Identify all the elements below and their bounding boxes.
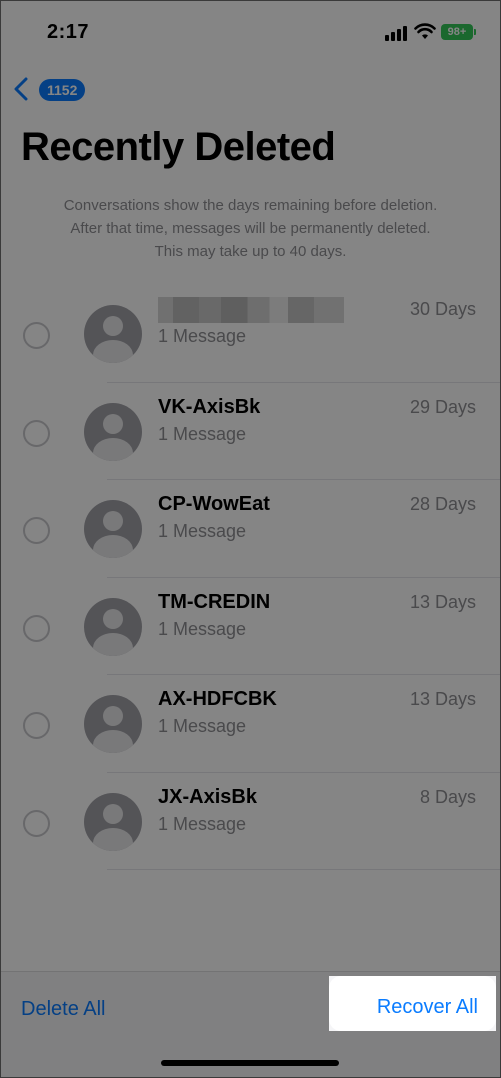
conversation-row[interactable]: AX-HDFCBK 1 Message 13 Days <box>1 675 500 773</box>
info-line: Conversations show the days remaining be… <box>63 197 438 214</box>
message-count: 1 Message <box>158 716 247 736</box>
message-count: 1 Message <box>158 813 247 834</box>
message-count: 1 Message <box>158 618 247 639</box>
select-radio[interactable] <box>23 614 50 642</box>
message-count: 1 Message <box>158 326 247 346</box>
conversation-name: TM-CREDIN <box>158 590 271 613</box>
message-count: 1 Message <box>158 521 247 541</box>
info-line: This may take up to 40 days. <box>154 243 347 260</box>
conversation-name: VK-AxisBk <box>158 395 261 418</box>
info-text: Conversations show the days remaining be… <box>21 194 480 263</box>
days-remaining: 29 Days <box>409 396 476 417</box>
days-remaining: 28 Days <box>409 494 476 514</box>
days-remaining: 8 Days <box>419 786 476 807</box>
recover-all-button[interactable]: Recover All <box>377 996 478 1019</box>
avatar-icon <box>84 597 142 656</box>
battery-icon: 98+ <box>441 24 476 40</box>
wifi-icon <box>414 23 436 39</box>
chevron-left-icon[interactable] <box>13 77 29 101</box>
days-remaining: 13 Days <box>409 689 476 709</box>
days-remaining: 30 Days <box>409 299 476 319</box>
avatar-icon <box>84 792 142 851</box>
conversation-row[interactable]: VK-AxisBk 1 Message 29 Days <box>1 383 500 480</box>
conversation-row[interactable]: TM-CREDIN 1 Message 13 Days <box>1 578 500 675</box>
select-radio[interactable] <box>23 712 50 739</box>
conversation-row[interactable]: 1 Message 30 Days <box>1 285 500 383</box>
row-divider <box>107 869 500 870</box>
conversation-name: CP-WowEat <box>158 493 270 515</box>
back-count-badge[interactable]: 1152 <box>39 79 86 101</box>
conversation-row[interactable]: JX-AxisBk 1 Message 8 Days <box>1 773 500 870</box>
status-time: 2:17 <box>47 21 90 43</box>
select-radio[interactable] <box>23 517 50 544</box>
avatar-icon <box>84 695 142 753</box>
delete-all-button[interactable]: Delete All <box>21 998 106 1021</box>
select-radio[interactable] <box>23 809 50 837</box>
status-bar: 2:17 98+ <box>1 1 500 63</box>
info-line: After that time, messages will be perman… <box>70 220 431 237</box>
avatar-icon <box>84 500 142 558</box>
conversation-row[interactable]: CP-WowEat 1 Message 28 Days <box>1 480 500 578</box>
select-radio[interactable] <box>23 322 50 349</box>
recover-all-highlight[interactable]: Recover All <box>329 976 496 1031</box>
select-radio[interactable] <box>23 419 50 447</box>
page-title: Recently Deleted <box>21 125 336 169</box>
conversation-list: 1 Message 30 Days VK-AxisBk 1 Message 29… <box>1 285 500 870</box>
message-count: 1 Message <box>158 423 247 444</box>
conversation-name: AX-HDFCBK <box>158 688 277 710</box>
screen: 2:17 98+ 1152 Recently Deleted Conversat… <box>0 0 501 1078</box>
conversation-name-redacted <box>158 297 344 323</box>
conversation-name: JX-AxisBk <box>158 785 257 808</box>
days-remaining: 13 Days <box>409 591 476 612</box>
avatar-icon <box>84 305 142 363</box>
signal-icon <box>385 25 409 41</box>
avatar-icon <box>84 402 142 461</box>
home-indicator <box>161 1060 339 1066</box>
